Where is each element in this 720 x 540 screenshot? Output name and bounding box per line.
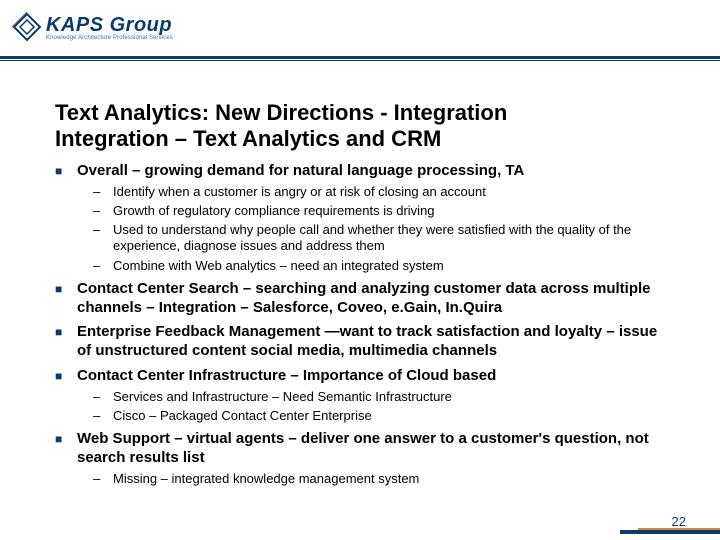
bullet-list: ■ Overall – growing demand for natural la… <box>55 162 665 487</box>
bullet-text: Contact Center Search – searching and an… <box>77 280 665 318</box>
bullet-text: Used to understand why people call and w… <box>113 222 665 255</box>
slide-title-line-2: Integration – Text Analytics and CRM <box>55 126 665 152</box>
dash-bullet-icon: – <box>93 184 103 200</box>
bullet-level-2: –Services and Infrastructure – Need Sema… <box>93 389 665 405</box>
footer: 22 <box>570 520 720 540</box>
footer-accent-blue <box>620 530 720 534</box>
bullet-text: Growth of regulatory compliance requirem… <box>113 203 665 219</box>
bullet-level-2: –Identify when a customer is angry or at… <box>93 184 665 200</box>
logo-text: KAPS Group <box>46 14 173 37</box>
bullet-level-1: ■ Contact Center Infrastructure – Importa… <box>55 367 665 386</box>
logo-text-block: KAPS Group Knowledge Architecture Profes… <box>46 14 173 41</box>
bullet-level-2: –Combine with Web analytics – need an in… <box>93 258 665 274</box>
bullet-text: Missing – integrated knowledge managemen… <box>113 471 665 487</box>
logo-tagline: Knowledge Architecture Professional Serv… <box>46 35 173 41</box>
dash-bullet-icon: – <box>93 258 103 274</box>
divider-thin <box>0 60 720 61</box>
bullet-text: Cisco – Packaged Contact Center Enterpri… <box>113 408 665 424</box>
square-bullet-icon: ■ <box>55 325 67 361</box>
bullet-level-1: ■ Enterprise Feedback Management —want to… <box>55 323 665 361</box>
square-bullet-icon: ■ <box>55 282 67 318</box>
square-bullet-icon: ■ <box>55 164 67 181</box>
bullet-text: Overall – growing demand for natural lan… <box>77 162 665 181</box>
bullet-text: Web Support – virtual agents – deliver o… <box>77 430 665 468</box>
dash-bullet-icon: – <box>93 203 103 219</box>
bullet-level-1: ■ Web Support – virtual agents – deliver … <box>55 430 665 468</box>
content: Text Analytics: New Directions - Integra… <box>55 100 665 487</box>
page-number: 22 <box>672 514 686 529</box>
bullet-text: Contact Center Infrastructure – Importan… <box>77 367 665 386</box>
square-bullet-icon: ■ <box>55 432 67 468</box>
bullet-text: Identify when a customer is angry or at … <box>113 184 665 200</box>
bullet-text: Enterprise Feedback Management —want to … <box>77 323 665 361</box>
logo: KAPS Group Knowledge Architecture Profes… <box>10 10 173 44</box>
slide-title-line-1: Text Analytics: New Directions - Integra… <box>55 100 665 126</box>
square-bullet-icon: ■ <box>55 369 67 386</box>
bullet-level-1: ■ Contact Center Search – searching and a… <box>55 280 665 318</box>
bullet-level-2: –Missing – integrated knowledge manageme… <box>93 471 665 487</box>
bullet-level-2: –Used to understand why people call and … <box>93 222 665 255</box>
bullet-level-2: –Growth of regulatory compliance require… <box>93 203 665 219</box>
bullet-level-2: –Cisco – Packaged Contact Center Enterpr… <box>93 408 665 424</box>
divider-thick <box>0 56 720 59</box>
header: KAPS Group Knowledge Architecture Profes… <box>0 10 720 60</box>
bullet-text: Services and Infrastructure – Need Seman… <box>113 389 665 405</box>
dash-bullet-icon: – <box>93 471 103 487</box>
logo-mark-icon <box>10 10 44 44</box>
dash-bullet-icon: – <box>93 389 103 405</box>
dash-bullet-icon: – <box>93 408 103 424</box>
dash-bullet-icon: – <box>93 222 103 255</box>
bullet-level-1: ■ Overall – growing demand for natural la… <box>55 162 665 181</box>
bullet-text: Combine with Web analytics – need an int… <box>113 258 665 274</box>
slide: KAPS Group Knowledge Architecture Profes… <box>0 0 720 540</box>
